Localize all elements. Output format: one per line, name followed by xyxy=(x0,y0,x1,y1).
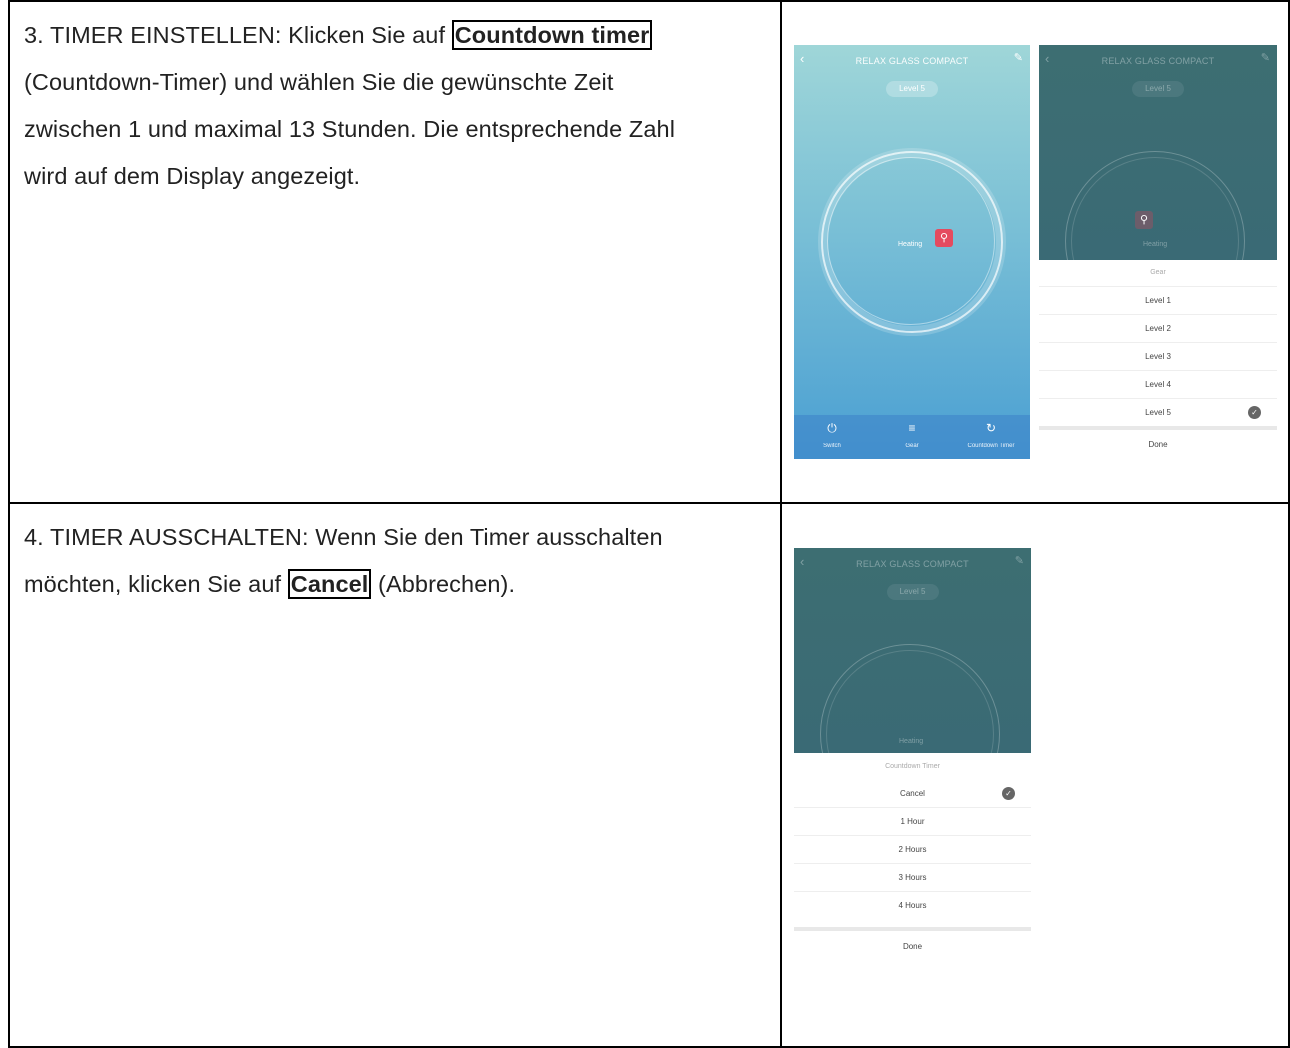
app-screenshot-timer-sheet: ‹ RELAX GLASS COMPACT ✎ Level 5 Heating … xyxy=(794,548,1031,962)
sheet-title: Gear xyxy=(1150,269,1166,276)
step4-image-cell: ‹ RELAX GLASS COMPACT ✎ Level 5 Heating … xyxy=(780,502,1290,1048)
dimmed-header: ‹ RELAX GLASS COMPACT ✎ Level 5 Heating … xyxy=(1039,45,1277,331)
step4-text-cell: 4. TIMER AUSSCHALTEN: Wenn Sie den Timer… xyxy=(8,502,782,1048)
check-icon: ✓ xyxy=(1002,787,1015,800)
step4-line1: 4. TIMER AUSSCHALTEN: Wenn Sie den Timer… xyxy=(24,524,663,550)
gear-icon: ≡ xyxy=(908,421,916,435)
step4-line2-suffix: (Abbrechen). xyxy=(371,571,516,597)
countdown-timer-button[interactable]: ↻ Countdown Timer xyxy=(956,421,1026,449)
option-4-hours[interactable]: 4 Hours xyxy=(794,891,1031,919)
power-icon: ⏻ xyxy=(827,421,837,435)
level-pill-dim: Level 5 xyxy=(886,584,939,600)
heating-label-dim: Heating xyxy=(1143,241,1168,248)
gear-sheet: Gear Level 1 Level 2 Level 3 Level 4 Lev… xyxy=(1039,260,1277,459)
heating-label-dim: Heating xyxy=(899,738,924,745)
option-level-5-label: Level 5 xyxy=(1145,408,1171,417)
step3-line1-prefix: 3. TIMER EINSTELLEN: Klicken Sie auf xyxy=(24,22,452,48)
option-level-2[interactable]: Level 2 xyxy=(1039,314,1277,342)
option-level-1[interactable]: Level 1 xyxy=(1039,286,1277,314)
search-icon: ⚲ xyxy=(1135,211,1153,229)
app-screenshot-main: ‹ RELAX GLASS COMPACT ✎ Level 5 Heating … xyxy=(794,45,1030,459)
step3-image-cell: ‹ RELAX GLASS COMPACT ✎ Level 5 Heating … xyxy=(780,0,1290,504)
step3-line3: zwischen 1 und maximal 13 Stunden. Die e… xyxy=(24,116,676,142)
option-level-3[interactable]: Level 3 xyxy=(1039,342,1277,370)
level-pill-dim: Level 5 xyxy=(1132,81,1184,97)
switch-button[interactable]: ⏻ Switch xyxy=(797,421,867,449)
step3-text-cell: 3. TIMER EINSTELLEN: Klicken Sie auf Cou… xyxy=(8,0,782,504)
step3-instructions: 3. TIMER EINSTELLEN: Klicken Sie auf Cou… xyxy=(24,12,780,200)
app-title: RELAX GLASS COMPACT xyxy=(855,56,969,66)
countdown-timer-sheet: Countdown Timer Cancel ✓ 1 Hour 2 Hours … xyxy=(794,753,1031,962)
countdown-timer-label: Countdown Timer xyxy=(967,443,1015,449)
option-3-hours[interactable]: 3 Hours xyxy=(794,863,1031,891)
option-1-hour[interactable]: 1 Hour xyxy=(794,807,1031,835)
done-button[interactable]: Done xyxy=(794,927,1031,962)
step3-line4: wird auf dem Display angezeigt. xyxy=(24,163,361,189)
app-title-dim: RELAX GLASS COMPACT xyxy=(1101,56,1215,66)
edit-icon: ✎ xyxy=(1260,52,1270,64)
option-level-4[interactable]: Level 4 xyxy=(1039,370,1277,398)
gear-label: Gear xyxy=(905,443,919,449)
step4-instructions: 4. TIMER AUSSCHALTEN: Wenn Sie den Timer… xyxy=(24,514,780,608)
bottom-bar: ⏻ Switch ≡ Gear ↻ Countdown Timer xyxy=(794,415,1030,459)
option-cancel[interactable]: Cancel ✓ xyxy=(794,780,1031,807)
option-cancel-label: Cancel xyxy=(900,789,925,798)
app-title-dim: RELAX GLASS COMPACT xyxy=(856,559,969,569)
option-2-hours[interactable]: 2 Hours xyxy=(794,835,1031,863)
option-level-5[interactable]: Level 5 ✓ xyxy=(1039,398,1277,426)
sheet-title: Countdown Timer xyxy=(885,763,940,770)
check-icon: ✓ xyxy=(1248,406,1261,419)
gear-button[interactable]: ≡ Gear xyxy=(877,421,947,449)
level-pill: Level 5 xyxy=(886,81,938,97)
step3-line2: (Countdown-Timer) und wählen Sie die gew… xyxy=(24,69,614,95)
done-button[interactable]: Done xyxy=(1039,426,1277,459)
edit-icon[interactable]: ✎ xyxy=(1014,51,1023,64)
edit-icon: ✎ xyxy=(1014,555,1024,567)
timer-icon: ↻ xyxy=(985,421,997,435)
app-screenshot-gear-sheet: ‹ RELAX GLASS COMPACT ✎ Level 5 Heating … xyxy=(1039,45,1277,459)
step4-line2-prefix: möchten, klicken Sie auf xyxy=(24,571,288,597)
heating-label: Heating xyxy=(898,241,923,248)
instruction-table: 3. TIMER EINSTELLEN: Klicken Sie auf Cou… xyxy=(8,0,1290,1048)
dimmed-header: ‹ RELAX GLASS COMPACT ✎ Level 5 Heating xyxy=(794,548,1031,824)
search-icon[interactable]: ⚲ xyxy=(935,229,953,247)
countdown-timer-highlight: Countdown timer xyxy=(451,20,653,50)
cancel-highlight: Cancel xyxy=(287,569,372,599)
switch-label: Switch xyxy=(823,443,841,449)
